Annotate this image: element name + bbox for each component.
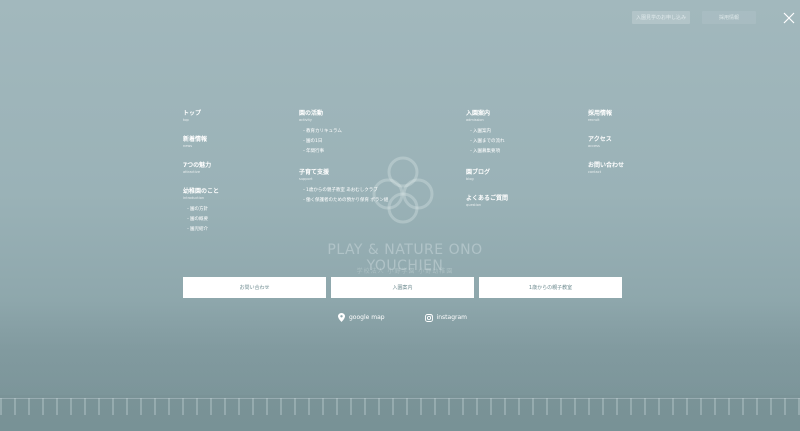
parent-class-button[interactable]: 1歳からの親子教室 — [479, 277, 622, 298]
nav-item-attractive[interactable]: 7つの魅力 attractive — [183, 162, 219, 175]
nav-subitem-curriculum[interactable]: 教育カリキュラム — [302, 126, 388, 136]
nav-sublabel: top — [183, 118, 189, 122]
nav-subitem-admission-flow[interactable]: 入園までの流れ — [469, 136, 508, 146]
nav-label: よくあるご質問 — [466, 195, 509, 202]
external-links: google map instagram — [338, 313, 467, 322]
nav-subitem-childcare[interactable]: 働く保護者のための預かり保育 ポラン組 — [302, 195, 388, 205]
instagram-label: instagram — [436, 314, 467, 321]
nav-subitem-policy[interactable]: 園の方針 — [186, 204, 219, 214]
cta-button-row: お問い合わせ 入園案内 1歳からの親子教室 — [183, 277, 622, 298]
nav-item-blog[interactable]: 園ブログ blog — [466, 169, 508, 182]
nav-sublabel: recruit — [588, 118, 600, 122]
nav-submenu: 入園案内 入園までの流れ 入園募集要項 — [469, 126, 508, 156]
nav-sublabel: attractive — [183, 170, 200, 174]
background-photo: PLAY & NATURE ONO YOUCHIEN 学校法人 小野学園 小野幼… — [0, 0, 800, 431]
background-fence — [0, 398, 800, 415]
nav-subitem-parent-class[interactable]: 1歳からの親子教室 あおむしクラブ — [302, 185, 388, 195]
nav-subitem-children[interactable]: 園児紹介 — [186, 224, 219, 234]
contact-button[interactable]: お問い合わせ — [183, 277, 326, 298]
close-menu-button[interactable] — [782, 11, 796, 25]
nav-subitem-overview[interactable]: 園の概要 — [186, 214, 219, 224]
nav-sublabel: access — [588, 144, 600, 148]
nav-item-support[interactable]: 子育て支援 support 1歳からの親子教室 あおむしクラブ 働く保護者のため… — [299, 169, 388, 205]
close-icon — [783, 12, 795, 24]
nav-item-faq[interactable]: よくあるご質問 question — [466, 195, 508, 208]
nav-submenu: 教育カリキュラム 園の1日 年間行事 — [302, 126, 388, 156]
nav-label: 幼稚園のこと — [183, 188, 220, 195]
recruit-button[interactable]: 採用情報 — [702, 11, 756, 24]
map-pin-icon — [338, 313, 345, 322]
nav-label: 園ブログ — [466, 169, 491, 176]
nav-sublabel: news — [183, 144, 193, 148]
nav-item-admission[interactable]: 入園案内 admission 入園案内 入園までの流れ 入園募集要項 — [466, 110, 508, 156]
nav-sublabel: blog — [466, 177, 474, 181]
nav-label: トップ — [183, 110, 202, 117]
nav-label: 採用情報 — [588, 110, 613, 117]
nav-label: お問い合わせ — [588, 162, 625, 169]
nav-sublabel: admission — [466, 118, 484, 122]
nav-column-2: 園の活動 activity 教育カリキュラム 園の1日 年間行事 子育て支援 s… — [299, 110, 388, 218]
nav-column-3: 入園案内 admission 入園案内 入園までの流れ 入園募集要項 園ブログ … — [466, 110, 508, 221]
nav-item-top[interactable]: トップ top — [183, 110, 219, 123]
nav-item-news[interactable]: 新着情報 news — [183, 136, 219, 149]
nav-sublabel: support — [299, 177, 313, 181]
nav-item-contact[interactable]: お問い合わせ contact — [588, 162, 624, 175]
nav-sublabel: question — [466, 203, 482, 207]
nav-column-1: トップ top 新着情報 news 7つの魅力 attractive 幼稚園のこ… — [183, 110, 219, 247]
nav-label: 7つの魅力 — [183, 162, 212, 169]
nav-label: アクセス — [588, 136, 612, 143]
nav-submenu: 1歳からの親子教室 あおむしクラブ 働く保護者のための預かり保育 ポラン組 — [302, 185, 388, 205]
nav-item-introduction[interactable]: 幼稚園のこと introduction 園の方針 園の概要 園児紹介 — [183, 188, 219, 234]
nav-item-access[interactable]: アクセス access — [588, 136, 624, 149]
nav-submenu: 園の方針 園の概要 園児紹介 — [186, 204, 219, 234]
nav-label: 新着情報 — [183, 136, 208, 143]
nav-label: 入園案内 — [466, 110, 491, 117]
nav-column-4: 採用情報 recruit アクセス access お問い合わせ contact — [588, 110, 624, 188]
nav-sublabel: introduction — [183, 196, 205, 200]
nav-subitem-admission-guide[interactable]: 入園案内 — [469, 126, 508, 136]
nav-subitem-events[interactable]: 年間行事 — [302, 146, 388, 156]
google-map-label: google map — [349, 314, 385, 321]
instagram-link[interactable]: instagram — [424, 313, 467, 322]
google-map-link[interactable]: google map — [338, 313, 385, 322]
nav-sublabel: activity — [299, 118, 312, 122]
instagram-icon — [424, 313, 433, 322]
nav-label: 子育て支援 — [299, 169, 330, 176]
background-subtagline: 学校法人 小野学園 小野幼稚園 — [356, 268, 454, 275]
nav-subitem-admission-requirements[interactable]: 入園募集要項 — [469, 146, 508, 156]
nav-subitem-daily[interactable]: 園の1日 — [302, 136, 388, 146]
nav-sublabel: contact — [588, 170, 602, 174]
visit-request-button[interactable]: 入園見学のお申し込み — [632, 11, 690, 24]
nav-item-activity[interactable]: 園の活動 activity 教育カリキュラム 園の1日 年間行事 — [299, 110, 388, 156]
nav-item-recruit[interactable]: 採用情報 recruit — [588, 110, 624, 123]
admission-guide-button[interactable]: 入園案内 — [331, 277, 474, 298]
nav-label: 園の活動 — [299, 110, 324, 117]
